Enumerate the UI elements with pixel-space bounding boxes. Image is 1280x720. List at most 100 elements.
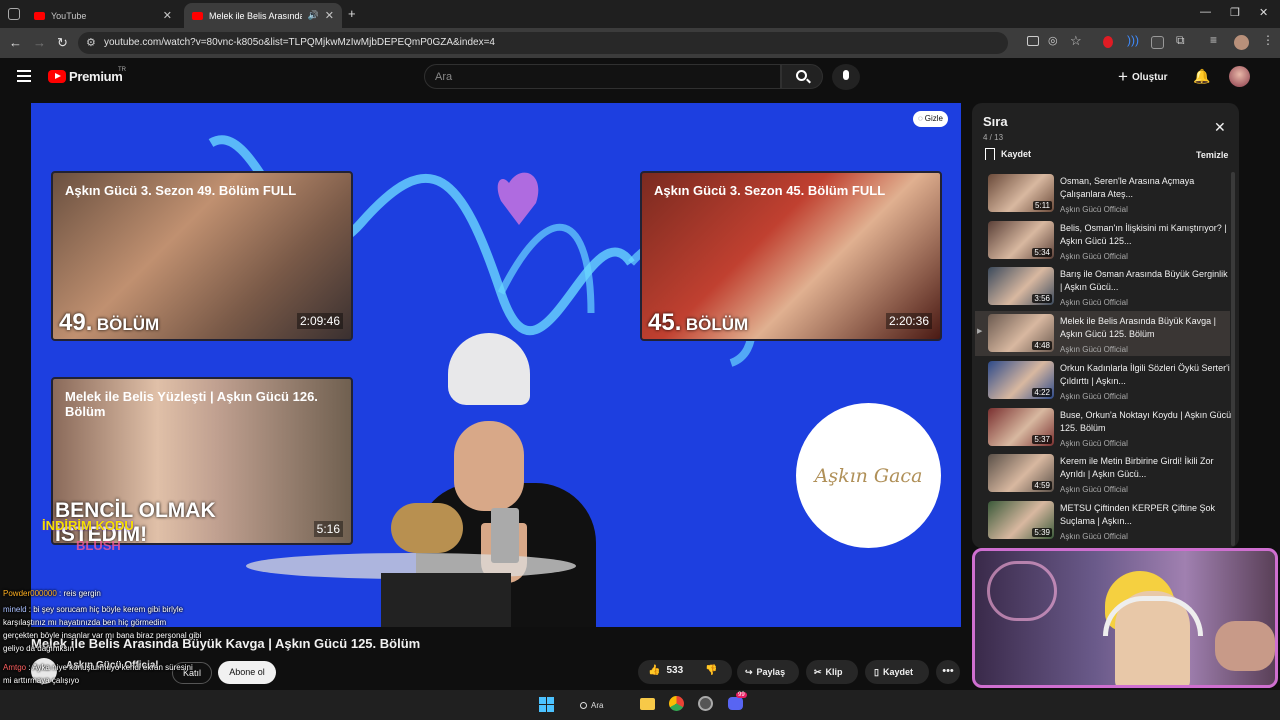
bookmark-icon (985, 148, 995, 160)
thumbs-down-icon: 👎 (705, 665, 718, 676)
queue-item-channel: Aşkın Gücü Official (1060, 391, 1128, 401)
queue-thumbnail: 5:34 (988, 220, 1054, 259)
queue-item[interactable]: 4:59 Kerem ile Metin Birbirine Girdi! İki… (983, 452, 1233, 498)
chat-message: Powder000000 : reis gergin (3, 587, 263, 600)
chat-username: Powder000000 (3, 589, 57, 598)
browser-menu-icon[interactable]: ⋮ (1262, 33, 1274, 47)
search-icon (580, 701, 587, 709)
streamer-webcam (972, 548, 1278, 688)
queue-item-title: Melek ile Belis Arasında Büyük Kavga | A… (1060, 316, 1216, 340)
forward-icon[interactable]: → (33, 35, 46, 50)
video-player[interactable]: Aşkın Gücü 3. Sezon 49. Bölüm FULL 49. B… (31, 103, 961, 627)
youtube-favicon-icon (34, 11, 45, 20)
thumbs-up-icon: 👍 (648, 665, 661, 676)
extension-red-icon[interactable] (1103, 36, 1113, 48)
microphone-icon (843, 70, 849, 80)
chat-text: : Ayka niye konuşturmuyo kendi ekran sür… (3, 663, 193, 685)
search-input[interactable]: Ara (424, 64, 781, 89)
queue-thumbnail: 4:48 (988, 314, 1054, 353)
close-tab-icon[interactable]: ✕ (163, 9, 172, 22)
search-button[interactable] (781, 64, 823, 89)
queue-clear-button[interactable]: Temizle (1196, 150, 1228, 160)
save-button[interactable]: ▯ Kaydet (865, 660, 929, 684)
extensions-puzzle-icon[interactable]: ⧉ (1176, 33, 1185, 48)
file-explorer-icon[interactable] (640, 698, 655, 710)
windows-start-icon[interactable] (539, 697, 554, 712)
audio-playing-icon[interactable]: 🔊 (308, 10, 319, 21)
youtube-favicon-icon (192, 11, 203, 20)
reload-icon[interactable]: ↻ (57, 35, 68, 51)
brand-name[interactable]: Premium (69, 69, 123, 84)
close-queue-icon[interactable]: ✕ (1214, 119, 1226, 136)
bookmark-icon: ▯ (874, 666, 879, 677)
site-info-icon[interactable]: ⚙ (86, 36, 96, 49)
like-button[interactable]: 👍 533 (648, 665, 683, 676)
chat-message: Amtgo : Ayka niye konuşturmuyo kendi ekr… (3, 661, 203, 687)
queue-duration: 4:59 (1032, 481, 1052, 491)
eye-off-icon[interactable]: ◎ (1048, 34, 1058, 47)
reading-list-icon[interactable]: ≡ (1210, 33, 1217, 47)
queue-save-button[interactable]: Kaydet (985, 148, 1031, 160)
queue-item[interactable]: 4:22 Orkun Kadınlarla İlgili Sözleri Öykü… (983, 359, 1233, 405)
tab-youtube[interactable]: YouTube ✕ (26, 3, 180, 28)
queue-title: Sıra (983, 114, 1008, 129)
queue-thumbnail: 5:11 (988, 174, 1054, 212)
tab-video[interactable]: Melek ile Belis Arasında Büy 🔊 ✕ (184, 3, 342, 28)
queue-item-channel: Aşkın Gücü Official (1060, 531, 1128, 541)
youtube-logo-icon[interactable] (48, 70, 66, 83)
endscreen-video-card[interactable]: Aşkın Gücü 3. Sezon 49. Bölüm FULL 49. B… (51, 171, 353, 341)
country-badge: TR (118, 67, 126, 73)
account-avatar[interactable] (1229, 66, 1250, 87)
queue-item[interactable]: 4:48 Melek ile Belis Arasında Büyük Kavga… (983, 312, 1233, 358)
hamburger-menu-icon[interactable] (17, 70, 31, 82)
queue-thumbnail: 5:37 (988, 407, 1054, 446)
taskbar-app-icon[interactable] (698, 696, 713, 711)
queue-duration: 3:56 (1032, 294, 1052, 304)
cast-icon[interactable] (1027, 36, 1039, 46)
queue-item-title: Belis, Osman'ın İlişkisini mi Kanıştırıy… (1060, 222, 1227, 246)
profile-avatar[interactable] (1234, 35, 1249, 50)
minimize-icon[interactable]: — (1200, 6, 1211, 18)
queue-item-title: Orkun Kadınlarla İlgili Sözleri Öykü Ser… (1060, 362, 1230, 386)
queue-position: 4 / 13 (983, 133, 1004, 142)
close-window-icon[interactable]: ✕ (1259, 6, 1268, 19)
extension-shield-icon[interactable] (1151, 36, 1164, 49)
promo-code-overlay: İNDİRİM KODU (42, 518, 134, 533)
create-button[interactable]: + Oluştur (1118, 66, 1168, 88)
more-actions-button[interactable]: ••• (936, 660, 960, 684)
notification-count-badge: 99 (736, 692, 747, 698)
tab-search-icon[interactable] (8, 8, 20, 20)
queue-item[interactable]: 3:56 Barış ile Osman Arasında Büyük Gergi… (983, 265, 1233, 311)
voice-search-button[interactable] (832, 64, 860, 90)
chat-username: Amtgo (3, 663, 27, 672)
queue-duration: 4:22 (1032, 387, 1052, 397)
notifications-bell-icon[interactable]: 🔔 (1193, 68, 1210, 85)
queue-item[interactable]: 5:34 Belis, Osman'ın İlişkisini mi Kanışt… (983, 219, 1233, 265)
dislike-button[interactable]: 👎 (705, 665, 717, 676)
maximize-icon[interactable]: ❐ (1230, 6, 1240, 19)
close-tab-icon[interactable]: ✕ (325, 9, 334, 22)
endscreen-video-card[interactable]: Aşkın Gücü 3. Sezon 45. Bölüm FULL 45. B… (640, 171, 942, 341)
new-tab-icon[interactable]: + (348, 6, 356, 21)
queue-item-channel: Aşkın Gücü Official (1060, 205, 1128, 214)
chrome-icon[interactable] (669, 696, 684, 711)
queue-duration: 4:48 (1032, 341, 1052, 351)
bookmark-star-icon[interactable]: ☆ (1070, 33, 1082, 49)
back-icon[interactable]: ← (9, 35, 22, 50)
address-bar[interactable]: youtube.com/watch?v=80vnc-k805o&list=TLP… (78, 32, 1008, 54)
subscribe-button[interactable]: Abone ol (218, 661, 276, 684)
share-button[interactable]: ↪ Paylaş (737, 660, 799, 684)
clip-button[interactable]: ✂ Klip (806, 660, 858, 684)
queue-duration: 5:11 (1033, 201, 1052, 210)
promo-code-overlay: BLUSH (76, 538, 121, 553)
chat-message: mineld : bi şey sorucam hiç böyle kerem … (3, 603, 203, 655)
extension-audio-icon[interactable]: ))) (1127, 33, 1139, 47)
queue-item[interactable]: 5:11 Osman, Seren'le Arasına Açmaya Çalış… (983, 172, 1233, 218)
taskbar-search[interactable]: Ara (580, 697, 624, 713)
queue-item[interactable]: 5:37 Buse, Orkun'a Noktayı Koydu | Aşkın … (983, 406, 1233, 452)
channel-logo-watermark[interactable]: Aşkın Gaca (796, 403, 941, 548)
discord-icon[interactable] (728, 697, 743, 710)
queue-item[interactable]: 5:39 METSU Çiftinden KERPER Çiftine Şok S… (983, 499, 1233, 545)
hide-endscreen-button[interactable]: ◌ Gizle (913, 111, 948, 127)
queue-item-title: METSU Çiftinden KERPER Çiftine Şok Suçla… (1060, 502, 1216, 526)
